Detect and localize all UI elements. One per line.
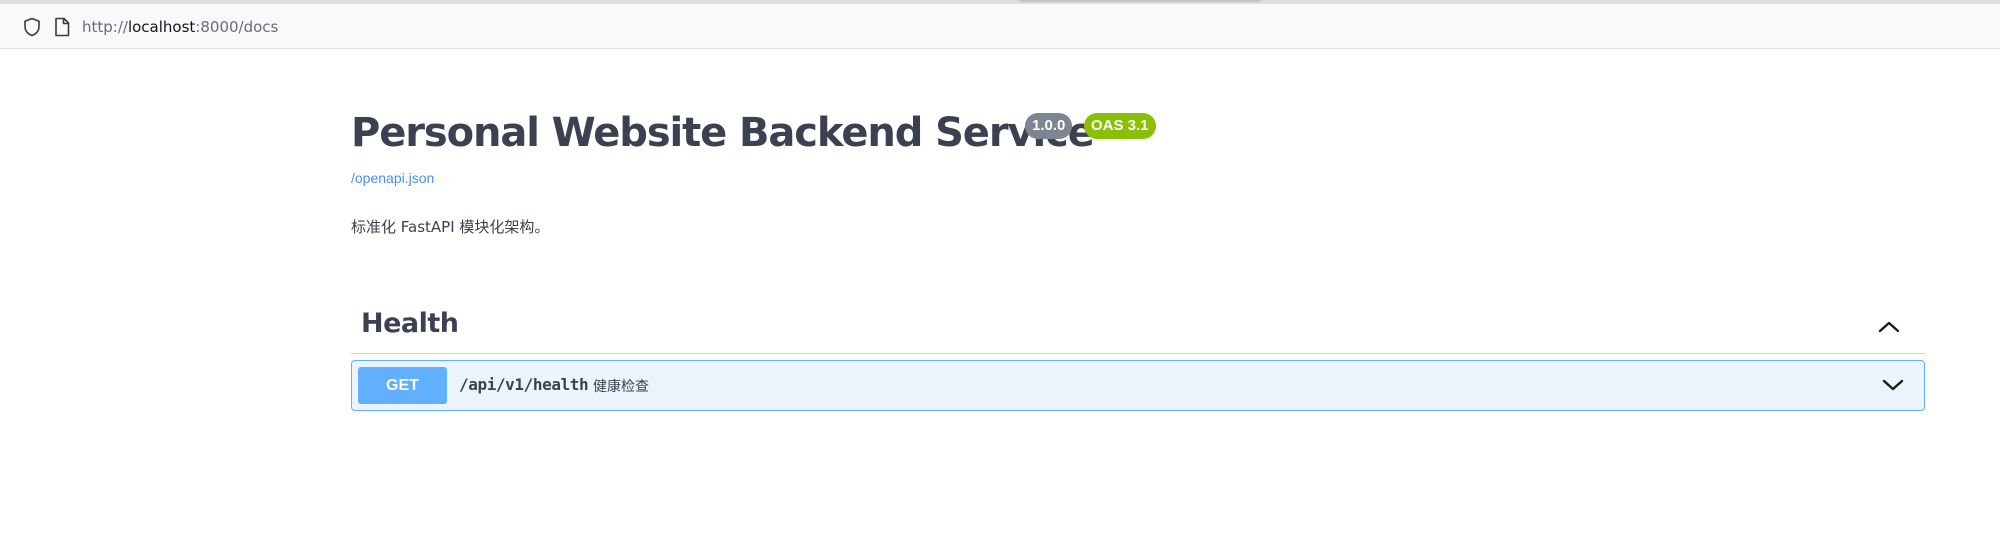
browser-url-bar[interactable]: http://localhost:8000/docs xyxy=(0,4,2000,49)
operation-summary: 健康检查 xyxy=(593,379,649,395)
url-scheme: http:// xyxy=(82,18,128,36)
operation-path: /api/v1/health xyxy=(459,375,589,394)
chevron-up-icon[interactable] xyxy=(1877,317,1901,337)
tab-edge xyxy=(1020,0,1260,2)
url-host: localhost xyxy=(127,18,196,36)
oas-badge: OAS 3.1 xyxy=(1084,113,1156,139)
title-row: Personal Website Backend Service 1.0.0 O… xyxy=(351,96,1931,176)
api-description: 标准化 FastAPI 模块化架构。 xyxy=(351,218,550,236)
operation-get-health[interactable]: GET /api/v1/health 健康检查 xyxy=(351,360,1925,411)
method-badge: GET xyxy=(358,367,447,404)
tag-header[interactable]: Health xyxy=(351,303,1925,354)
page-title: Personal Website Backend Service xyxy=(351,110,1095,156)
chevron-down-icon[interactable] xyxy=(1882,376,1904,394)
api-info: Personal Website Backend Service 1.0.0 O… xyxy=(351,96,1931,176)
shield-icon[interactable] xyxy=(23,17,41,37)
page-icon xyxy=(55,17,70,37)
tag-section-health: Health GET /api/v1/health 健康检查 xyxy=(351,303,1925,411)
tag-title: Health xyxy=(361,308,459,339)
address-text[interactable]: http://localhost:8000/docs xyxy=(82,17,278,37)
version-badge: 1.0.0 xyxy=(1025,113,1073,139)
openapi-spec-link[interactable]: /openapi.json xyxy=(351,170,434,186)
url-rest: :8000/docs xyxy=(195,18,279,36)
